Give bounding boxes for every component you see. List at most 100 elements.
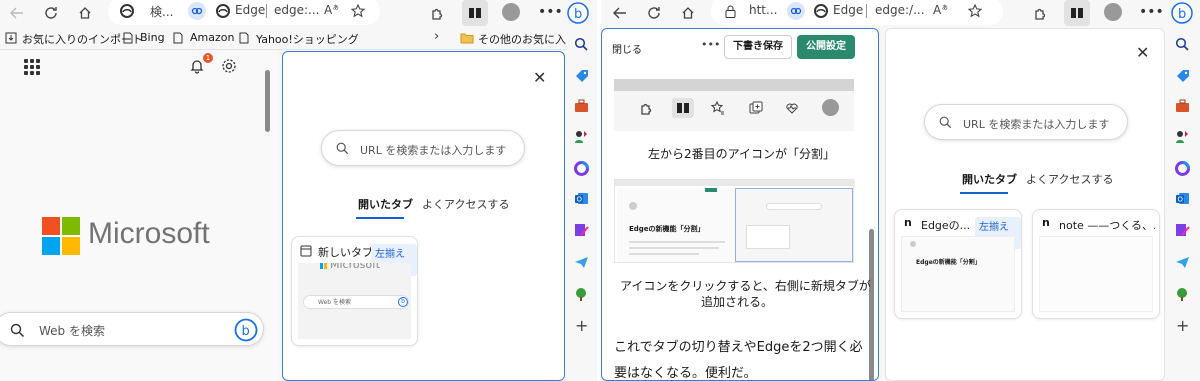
bookmark-item[interactable]: Bing xyxy=(140,31,165,44)
split-link-icon[interactable] xyxy=(787,2,805,20)
save-draft-button[interactable]: 下書き保存 xyxy=(724,35,792,59)
read-aloud-icon[interactable]: Aぁ xyxy=(933,2,948,17)
back-icon[interactable] xyxy=(611,4,629,22)
toolbox-icon[interactable] xyxy=(573,98,589,114)
note-logo-icon: n xyxy=(904,216,912,229)
web-search-box[interactable]: Web を検索 b xyxy=(0,312,264,346)
more-dots-icon[interactable]: ••• xyxy=(701,38,720,51)
card-thumbnail: Microsoft Web を検索 b xyxy=(298,263,411,339)
open-tab-card[interactable]: n note ——つくる、... xyxy=(1032,209,1160,319)
games-icon[interactable] xyxy=(1174,128,1190,144)
split-screen-icon[interactable] xyxy=(1064,0,1090,26)
split-pane: ✕ URL を検索または入力します 開いたタブ よくアクセスする n Edgeの… xyxy=(885,28,1165,381)
send-icon[interactable] xyxy=(573,254,589,270)
svg-text:O: O xyxy=(576,195,582,203)
folder-icon xyxy=(460,31,474,45)
search-icon[interactable] xyxy=(1174,36,1190,52)
tab-frequent[interactable]: よくアクセスする xyxy=(1026,171,1113,187)
bookmark-other[interactable]: その他のお気に入り xyxy=(478,31,577,47)
edge-sidebar: O + xyxy=(1167,28,1200,381)
close-icon[interactable]: ✕ xyxy=(533,68,546,87)
page-icon xyxy=(122,31,134,45)
svg-text:b: b xyxy=(574,7,582,22)
more-menu-icon[interactable]: ••• xyxy=(538,4,563,20)
profile-avatar[interactable] xyxy=(1104,3,1122,21)
designer-icon[interactable] xyxy=(1174,222,1190,238)
thumb-heading: Edgeの新機能「分割」 xyxy=(916,259,981,266)
scrollbar[interactable] xyxy=(265,70,270,132)
bookmarks-bar: お気に入りのインポート Bing Amazon Yahoo!ショッピング › そ… xyxy=(0,28,597,50)
designer-icon[interactable] xyxy=(573,222,589,238)
tag-icon[interactable] xyxy=(1174,68,1190,84)
settings-gear-icon[interactable] xyxy=(220,57,238,75)
profile-avatar xyxy=(822,99,839,116)
url-text: edge:... xyxy=(274,3,320,17)
caption-split-icon: 左から2番目のアイコンが「分割」 xyxy=(648,147,836,161)
microsoft365-icon[interactable] xyxy=(573,160,589,176)
send-icon[interactable] xyxy=(1174,254,1190,270)
thumb-search-text: Web を検索 xyxy=(318,299,351,306)
scrollbar[interactable] xyxy=(869,229,874,380)
games-icon[interactable] xyxy=(573,128,589,144)
lock-icon xyxy=(723,4,737,18)
tab-open-tabs[interactable]: 開いたタブ xyxy=(358,196,413,212)
close-icon[interactable]: ✕ xyxy=(1136,43,1149,62)
open-tab-card[interactable]: 新しいタブ 左揃えタブ Microsoft Web を検索 b xyxy=(291,236,418,346)
url-search-box[interactable]: URL を検索または入力します xyxy=(321,130,525,166)
profile-avatar[interactable] xyxy=(502,3,520,21)
active-tab-underline xyxy=(960,192,1008,194)
note-logo-icon: n xyxy=(1042,216,1050,229)
toolbox-icon[interactable] xyxy=(1174,98,1190,114)
home-icon[interactable] xyxy=(679,4,697,22)
bookmark-item[interactable]: Yahoo!ショッピング xyxy=(256,31,359,47)
extensions-icon xyxy=(638,100,654,116)
home-icon[interactable] xyxy=(76,4,94,22)
open-tab-card[interactable]: n Edgeの... 左揃えタブ Edgeの新機能「分割」 xyxy=(894,209,1022,319)
add-icon[interactable]: + xyxy=(575,316,588,335)
notification-badge: 1 xyxy=(203,53,213,63)
bing-icon: b xyxy=(398,297,408,307)
read-aloud-icon[interactable]: Aぁ xyxy=(324,2,339,17)
url-search-box[interactable]: URL を検索または入力します xyxy=(924,104,1128,140)
close-link[interactable]: 閉じる xyxy=(612,41,642,56)
bing-icon[interactable]: b xyxy=(233,317,259,343)
address-bar[interactable]: 検... Edge edge:... Aぁ xyxy=(108,0,380,25)
card-title: note ——つくる、... xyxy=(1059,219,1155,232)
extensions-icon[interactable] xyxy=(1031,4,1049,22)
bookmark-item[interactable]: Amazon xyxy=(190,31,234,44)
tag-icon[interactable] xyxy=(573,68,589,84)
microsoft365-icon[interactable] xyxy=(1174,160,1190,176)
tab-open-tabs[interactable]: 開いたタブ xyxy=(962,171,1017,187)
copilot-icon[interactable]: b xyxy=(1169,0,1195,26)
new-tab-icon xyxy=(300,245,312,257)
page-icon xyxy=(238,31,250,45)
outlook-icon[interactable]: O xyxy=(1174,190,1190,206)
favorite-star-icon[interactable] xyxy=(350,3,366,19)
split-screen-icon[interactable] xyxy=(462,0,488,26)
back-icon[interactable] xyxy=(8,4,26,22)
split-link-icon[interactable] xyxy=(188,2,206,20)
right-toolbar: htt... Edge edge:/... Aぁ ••• b xyxy=(601,0,1200,26)
favorite-star-icon[interactable] xyxy=(967,3,983,19)
search-icon[interactable] xyxy=(573,36,589,52)
svg-text:b: b xyxy=(1178,7,1186,22)
more-menu-icon[interactable]: ••• xyxy=(1139,4,1164,20)
address-bar[interactable]: htt... Edge edge:/... Aぁ xyxy=(711,0,1003,25)
split-pane: ✕ URL を検索または入力します 開いたタブ よくアクセスする 新しいタブ 左… xyxy=(282,51,565,381)
copilot-icon[interactable]: b xyxy=(565,0,591,26)
chevron-right-icon[interactable]: › xyxy=(434,29,439,44)
apps-grid-icon[interactable] xyxy=(24,59,40,75)
refresh-icon[interactable] xyxy=(645,4,663,22)
edge-logo-icon xyxy=(814,4,828,18)
tab-frequent[interactable]: よくアクセスする xyxy=(422,196,509,212)
tree-icon[interactable] xyxy=(573,286,589,302)
refresh-icon[interactable] xyxy=(42,4,60,22)
microsoft-brand: Microsoft xyxy=(88,217,210,250)
outlook-icon[interactable]: O xyxy=(573,190,589,206)
publish-button[interactable]: 公開設定 xyxy=(797,35,855,59)
extensions-icon[interactable] xyxy=(428,4,446,22)
svg-text:b: b xyxy=(242,324,250,339)
tree-icon[interactable] xyxy=(1174,286,1190,302)
active-tab-underline xyxy=(356,217,404,219)
add-icon[interactable]: + xyxy=(1176,316,1189,335)
